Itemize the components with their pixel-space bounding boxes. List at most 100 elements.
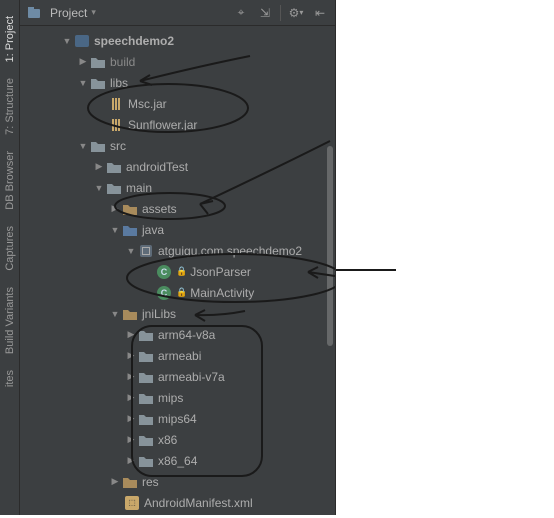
project-tree[interactable]: ▼ speechdemo2 ▶ build ▼ libs Msc.jar xyxy=(20,26,335,515)
tree-node-src[interactable]: ▼ src xyxy=(20,135,335,156)
sidebar-tab-dbbrowser[interactable]: DB Browser xyxy=(2,143,18,218)
tree-node-abi[interactable]: ▶ x86_64 xyxy=(20,450,335,471)
editor-area xyxy=(336,0,554,515)
tree-node-abi[interactable]: ▶ armeabi-v7a xyxy=(20,366,335,387)
folder-icon xyxy=(90,54,106,70)
expand-arrow-icon[interactable]: ▶ xyxy=(124,350,138,361)
tree-node-build[interactable]: ▶ build xyxy=(20,51,335,72)
tree-label: MainActivity xyxy=(190,286,254,300)
folder-icon xyxy=(90,138,106,154)
tree-label: arm64-v8a xyxy=(158,328,215,342)
expand-arrow-icon[interactable]: ▶ xyxy=(124,455,138,466)
resources-folder-icon xyxy=(122,306,138,322)
tree-node-androidtest[interactable]: ▶ androidTest xyxy=(20,156,335,177)
annotation-overlay-right xyxy=(336,0,554,515)
panel-title-text: Project xyxy=(50,6,87,20)
tree-node-res[interactable]: ▶ res xyxy=(20,471,335,492)
tree-label: Msc.jar xyxy=(128,97,167,111)
folder-icon xyxy=(138,369,154,385)
tree-label: x86 xyxy=(158,433,177,447)
panel-header: Project ▾ ⌖ ⇲ ⚙▾ ⇤ xyxy=(20,0,335,26)
sidebar-tab-captures[interactable]: Captures xyxy=(2,218,18,279)
folder-icon xyxy=(138,327,154,343)
tree-label: x86_64 xyxy=(158,454,197,468)
expand-arrow-icon[interactable]: ▼ xyxy=(76,78,90,88)
expand-arrow-icon[interactable]: ▼ xyxy=(76,141,90,151)
tree-label: AndroidManifest.xml xyxy=(144,496,253,510)
expand-arrow-icon[interactable]: ▼ xyxy=(60,36,74,46)
dropdown-icon: ▾ xyxy=(91,7,96,18)
tree-label: androidTest xyxy=(126,160,188,174)
folder-icon xyxy=(138,453,154,469)
tree-label: armeabi-v7a xyxy=(158,370,225,384)
expand-arrow-icon[interactable]: ▶ xyxy=(108,476,122,487)
module-icon xyxy=(74,33,90,49)
tool-window-bar: 1: Project 7: Structure DB Browser Captu… xyxy=(0,0,20,515)
jar-icon xyxy=(108,117,124,133)
collapse-all-icon[interactable]: ⇲ xyxy=(256,4,274,22)
sidebar-tab-project[interactable]: 1: Project xyxy=(2,8,18,70)
jar-icon xyxy=(108,96,124,112)
expand-arrow-icon[interactable]: ▶ xyxy=(124,434,138,445)
tree-node-class[interactable]: 🔒 JsonParser xyxy=(20,261,335,282)
expand-arrow-icon[interactable]: ▶ xyxy=(108,203,122,214)
tree-node-main[interactable]: ▼ main xyxy=(20,177,335,198)
tree-label: java xyxy=(142,223,164,237)
tree-node-abi[interactable]: ▶ mips64 xyxy=(20,408,335,429)
tree-label: mips xyxy=(158,391,183,405)
tree-node-abi[interactable]: ▶ x86 xyxy=(20,429,335,450)
scroll-from-source-icon[interactable]: ⌖ xyxy=(232,4,250,22)
tree-node-abi[interactable]: ▶ armeabi xyxy=(20,345,335,366)
tree-node-jar[interactable]: Sunflower.jar xyxy=(20,114,335,135)
tree-label: armeabi xyxy=(158,349,201,363)
gear-icon[interactable]: ⚙▾ xyxy=(287,4,305,22)
tree-node-class[interactable]: 🔒 MainActivity xyxy=(20,282,335,303)
tree-node-abi[interactable]: ▶ arm64-v8a xyxy=(20,324,335,345)
expand-arrow-icon[interactable]: ▶ xyxy=(124,413,138,424)
tree-node-root[interactable]: ▼ speechdemo2 xyxy=(20,30,335,51)
scrollbar[interactable] xyxy=(327,146,333,346)
tree-label: speechdemo2 xyxy=(94,34,174,48)
tree-node-java[interactable]: ▼ java xyxy=(20,219,335,240)
expand-arrow-icon[interactable]: ▶ xyxy=(124,392,138,403)
folder-icon xyxy=(106,180,122,196)
lock-icon: 🔒 xyxy=(176,266,187,277)
tree-label: Sunflower.jar xyxy=(128,118,197,132)
expand-arrow-icon[interactable]: ▶ xyxy=(124,371,138,382)
expand-arrow-icon[interactable]: ▶ xyxy=(92,161,106,172)
folder-icon xyxy=(106,159,122,175)
folder-icon xyxy=(138,390,154,406)
expand-arrow-icon[interactable]: ▼ xyxy=(108,225,122,235)
expand-arrow-icon[interactable]: ▶ xyxy=(76,56,90,67)
package-icon xyxy=(138,243,154,259)
resources-folder-icon xyxy=(122,201,138,217)
tree-node-jar[interactable]: Msc.jar xyxy=(20,93,335,114)
tree-label: src xyxy=(110,139,126,153)
tree-node-assets[interactable]: ▶ assets xyxy=(20,198,335,219)
expand-arrow-icon[interactable]: ▶ xyxy=(124,329,138,340)
tree-label: libs xyxy=(110,76,128,90)
hide-icon[interactable]: ⇤ xyxy=(311,4,329,22)
tree-node-abi[interactable]: ▶ mips xyxy=(20,387,335,408)
tree-node-libs[interactable]: ▼ libs xyxy=(20,72,335,93)
tree-node-manifest[interactable]: ⬚ AndroidManifest.xml xyxy=(20,492,335,513)
panel-view-selector[interactable]: Project ▾ xyxy=(26,5,96,21)
class-icon xyxy=(156,264,172,280)
sidebar-tab-favorites[interactable]: ites xyxy=(2,362,18,395)
tree-label: mips64 xyxy=(158,412,197,426)
resources-folder-icon xyxy=(122,474,138,490)
tree-label: atguigu.com.speechdemo2 xyxy=(158,244,302,258)
sidebar-tab-structure[interactable]: 7: Structure xyxy=(2,70,18,143)
folder-icon xyxy=(138,432,154,448)
folder-icon xyxy=(138,411,154,427)
sidebar-tab-buildvariants[interactable]: Build Variants xyxy=(2,279,18,362)
lock-icon: 🔒 xyxy=(176,287,187,298)
tree-node-package[interactable]: ▼ atguigu.com.speechdemo2 xyxy=(20,240,335,261)
tree-node-jnilibs[interactable]: ▼ jniLibs xyxy=(20,303,335,324)
expand-arrow-icon[interactable]: ▼ xyxy=(124,246,138,256)
tree-label: jniLibs xyxy=(142,307,176,321)
expand-arrow-icon[interactable]: ▼ xyxy=(92,183,106,193)
tree-label: main xyxy=(126,181,152,195)
tree-label: build xyxy=(110,55,135,69)
expand-arrow-icon[interactable]: ▼ xyxy=(108,309,122,319)
